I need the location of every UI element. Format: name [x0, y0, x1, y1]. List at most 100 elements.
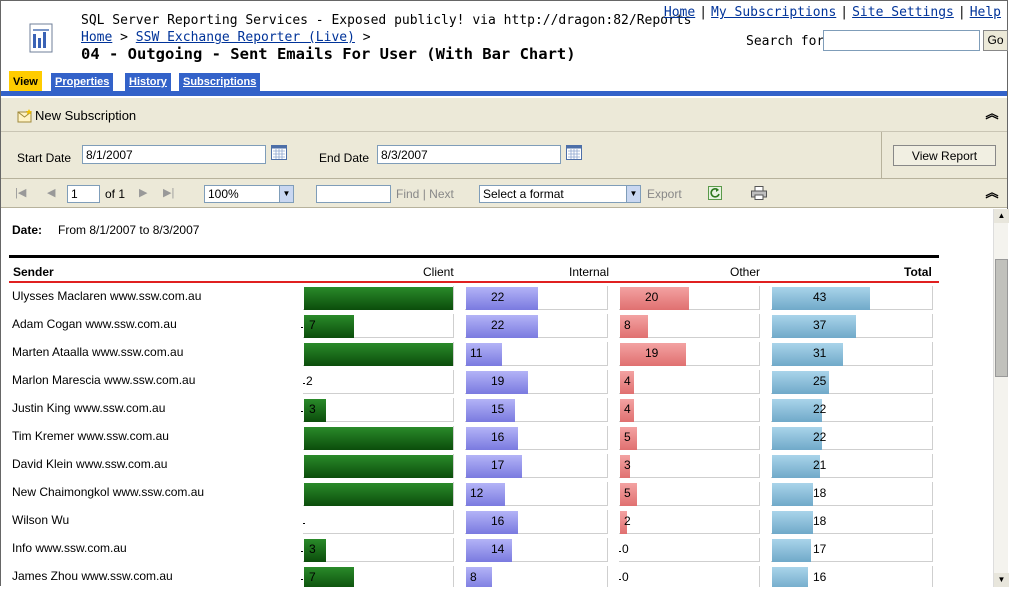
other-value: 5: [624, 430, 631, 444]
last-page-icon[interactable]: ▶|: [163, 186, 174, 199]
sender-name: Marten Ataalla www.ssw.com.au: [12, 345, 184, 359]
print-icon[interactable]: [751, 186, 767, 200]
breadcrumb-separator: >: [120, 30, 128, 45]
other-value: 5: [624, 486, 631, 500]
total-cell: 21: [771, 454, 933, 478]
total-value: 16: [813, 570, 827, 584]
total-cell: 43: [771, 286, 933, 310]
vertical-scrollbar[interactable]: ▲ ▼: [993, 209, 1009, 587]
internal-value: 19: [491, 374, 505, 388]
other-value: 4: [624, 402, 631, 416]
other-cell: 8: [619, 314, 760, 338]
find-links: Find | Next: [396, 187, 454, 201]
tab-history[interactable]: History: [125, 73, 171, 91]
scroll-thumb[interactable]: [995, 259, 1008, 377]
new-subscription-link[interactable]: New Subscription: [35, 108, 136, 123]
home-link[interactable]: Home: [664, 5, 695, 20]
internal-bar: [466, 539, 512, 562]
internal-cell: 15: [465, 398, 608, 422]
zero-tick: [301, 327, 303, 328]
client-cell: [303, 286, 454, 310]
internal-value: 22: [491, 290, 505, 304]
internal-cell: 17: [465, 454, 608, 478]
client-bar: [304, 427, 453, 450]
top-links: Home | My Subscriptions | Site Settings | Help: [664, 5, 1001, 20]
other-cell: 4: [619, 398, 760, 422]
column-header-client: Client: [423, 265, 454, 279]
export-link[interactable]: Export: [647, 187, 682, 201]
sender-name: New Chaimongkol www.ssw.com.au: [12, 485, 205, 499]
sender-name: Tim Kremer www.ssw.com.au: [12, 429, 169, 443]
chevron-down-icon[interactable]: ▼: [279, 186, 293, 202]
search-label: Search for:: [746, 34, 833, 49]
site-settings-link[interactable]: Site Settings: [852, 5, 954, 20]
find-input[interactable]: [316, 185, 391, 203]
sender-name: Ulysses Maclaren www.ssw.com.au: [12, 289, 202, 303]
total-cell: 18: [771, 510, 933, 534]
total-value: 18: [813, 514, 827, 528]
refresh-icon[interactable]: [708, 186, 722, 200]
page-number-input[interactable]: [67, 185, 100, 203]
find-next-link[interactable]: Next: [429, 187, 454, 201]
breadcrumb-home-link[interactable]: Home: [81, 30, 112, 45]
scroll-down-icon[interactable]: ▼: [994, 573, 1009, 587]
client-cell: 7: [301, 566, 454, 587]
client-cell: 2: [303, 370, 454, 394]
next-page-icon[interactable]: ▶: [139, 186, 147, 199]
zero-tick: [303, 383, 305, 384]
breadcrumb-folder-link[interactable]: SSW Exchange Reporter (Live): [136, 30, 355, 45]
tab-view[interactable]: View: [9, 71, 42, 91]
internal-value: 16: [491, 514, 505, 528]
total-value: 37: [813, 318, 827, 332]
internal-value: 11: [470, 346, 483, 360]
internal-value: 22: [491, 318, 505, 332]
internal-value: 8: [470, 570, 477, 584]
internal-cell: 16: [465, 510, 608, 534]
first-page-icon[interactable]: |◀: [15, 186, 26, 199]
other-cell: 5: [619, 426, 760, 450]
calendar-icon[interactable]: [566, 145, 582, 160]
scroll-up-icon[interactable]: ▲: [994, 209, 1009, 223]
total-value: 21: [813, 458, 827, 472]
tab-subscriptions[interactable]: Subscriptions: [179, 73, 261, 91]
tab-properties[interactable]: Properties: [51, 73, 114, 91]
total-bar: [772, 511, 813, 534]
start-date-input[interactable]: [82, 145, 266, 164]
previous-page-icon[interactable]: ◀: [47, 186, 55, 199]
subscription-bar: New Subscription ︽: [1, 98, 1007, 132]
report-body: Date: From 8/1/2007 to 8/3/2007 Sender C…: [1, 209, 993, 587]
total-bar: [772, 567, 808, 587]
export-format-select[interactable]: Select a format ▼: [479, 185, 641, 203]
zoom-value: 100%: [208, 187, 239, 201]
find-separator: |: [422, 187, 426, 201]
link-separator: |: [957, 5, 966, 20]
other-value: 20: [645, 290, 659, 304]
client-value: 7: [309, 570, 316, 584]
find-link[interactable]: Find: [396, 187, 419, 201]
internal-cell: 8: [465, 566, 608, 587]
help-link[interactable]: Help: [970, 5, 1001, 20]
chevron-down-icon[interactable]: ▼: [626, 186, 640, 202]
new-subscription-icon[interactable]: [17, 109, 33, 123]
go-button[interactable]: Go: [983, 30, 1008, 51]
end-date-input[interactable]: [377, 145, 561, 164]
internal-value: 15: [491, 402, 505, 416]
search-input[interactable]: [823, 30, 980, 51]
calendar-icon[interactable]: [271, 145, 287, 160]
server-line: SQL Server Reporting Services - Exposed …: [81, 13, 692, 28]
client-value: 3: [309, 402, 316, 416]
collapse-toolbar-icon[interactable]: ︽: [985, 107, 999, 122]
zero-tick: [301, 579, 303, 580]
other-cell: 20: [619, 286, 760, 310]
my-subscriptions-link[interactable]: My Subscriptions: [711, 5, 836, 20]
page-header: SQL Server Reporting Services - Exposed …: [1, 1, 1008, 69]
collapse-toolbar-icon[interactable]: ︽: [985, 186, 999, 201]
view-report-button[interactable]: View Report: [893, 145, 996, 166]
total-value: 43: [813, 290, 827, 304]
internal-cell: 19: [465, 370, 608, 394]
start-date-label: Start Date: [17, 151, 72, 165]
zoom-select[interactable]: 100% ▼: [204, 185, 294, 203]
client-cell: [303, 454, 454, 478]
parameter-bar: Start Date End Date View Report: [1, 132, 1007, 179]
client-value: 2: [306, 374, 313, 388]
